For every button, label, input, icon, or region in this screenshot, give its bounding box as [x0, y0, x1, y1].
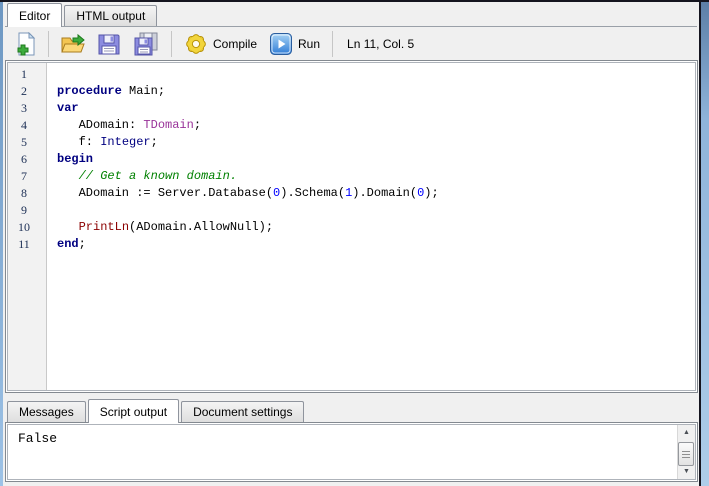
- script-output-text[interactable]: False: [8, 425, 695, 446]
- save-button[interactable]: [92, 29, 126, 59]
- line-number: 1: [21, 67, 27, 81]
- save-icon: [97, 32, 121, 56]
- output-panel: False ▲ ▼: [5, 422, 698, 482]
- code-area[interactable]: procedure Main; var ADomain: TDomain; f: …: [47, 63, 695, 390]
- line-number: 4: [21, 118, 27, 132]
- code-line: f: Integer;: [57, 135, 158, 149]
- compile-button-label: Compile: [213, 36, 258, 51]
- tab-document-settings[interactable]: Document settings: [181, 401, 305, 422]
- run-button-label: Run: [298, 36, 321, 51]
- scroll-thumb[interactable]: [678, 442, 694, 466]
- open-button[interactable]: [56, 29, 90, 59]
- editor-panel: 1 2 3 4 5 6 7 8 9 10 11 procedure Main; var ADomain…: [5, 60, 698, 393]
- tab-editor[interactable]: Editor: [7, 3, 63, 27]
- toolbar: Compile Run Ln 11, Col. 5: [5, 28, 697, 59]
- line-number: 9: [21, 203, 27, 217]
- code-line: var: [57, 101, 79, 115]
- line-number: 5: [21, 135, 27, 149]
- scroll-down-button[interactable]: ▼: [678, 464, 695, 479]
- tab-messages[interactable]: Messages: [7, 401, 86, 422]
- tab-html-output[interactable]: HTML output: [64, 5, 158, 26]
- line-number: 2: [21, 84, 27, 98]
- save-all-button[interactable]: [128, 29, 164, 59]
- line-number: 10: [18, 220, 30, 234]
- gear-icon: [184, 32, 208, 56]
- line-number: 3: [21, 101, 27, 115]
- caret-status: Ln 11, Col. 5: [347, 36, 415, 51]
- play-icon: [269, 32, 293, 56]
- new-document-icon: [14, 31, 36, 56]
- code-line: PrintLn(ADomain.AllowNull);: [78, 220, 274, 234]
- tab-script-output[interactable]: Script output: [87, 399, 180, 423]
- save-all-icon: [133, 32, 159, 56]
- line-number-gutter: 1 2 3 4 5 6 7 8 9 10 11: [8, 63, 47, 390]
- code-line: begin: [57, 152, 94, 166]
- line-number: 7: [21, 169, 27, 183]
- run-button[interactable]: Run: [264, 29, 325, 59]
- toolbar-separator: [332, 30, 334, 57]
- scroll-up-button[interactable]: ▲: [678, 425, 695, 440]
- vertical-scrollbar[interactable]: ▲ ▼: [677, 425, 695, 479]
- code-line: ADomain: TDomain;: [57, 118, 202, 132]
- script-editor-window: Editor HTML output Compile Run Ln 11, Co…: [0, 0, 709, 486]
- line-number: 11: [18, 237, 30, 251]
- window-left-edge: [0, 0, 3, 486]
- bottom-tabbar: Messages Script output Document settings: [5, 399, 697, 423]
- new-script-button[interactable]: [9, 29, 41, 59]
- window-right-edge: [701, 0, 709, 486]
- window-top-edge: [0, 0, 709, 2]
- code-line: // Get a known domain.: [57, 169, 238, 183]
- code-line: procedure Main;: [57, 84, 166, 98]
- code-line: ADomain := Server.Database(0).Schema(1).…: [57, 186, 439, 200]
- open-folder-icon: [61, 32, 85, 56]
- top-tabbar: Editor HTML output: [5, 3, 697, 27]
- toolbar-separator: [48, 30, 49, 57]
- code-line: end;: [57, 237, 86, 251]
- line-number: 8: [21, 186, 27, 200]
- toolbar-separator: [171, 30, 172, 57]
- compile-button[interactable]: Compile: [179, 29, 262, 59]
- line-number: 6: [21, 152, 27, 166]
